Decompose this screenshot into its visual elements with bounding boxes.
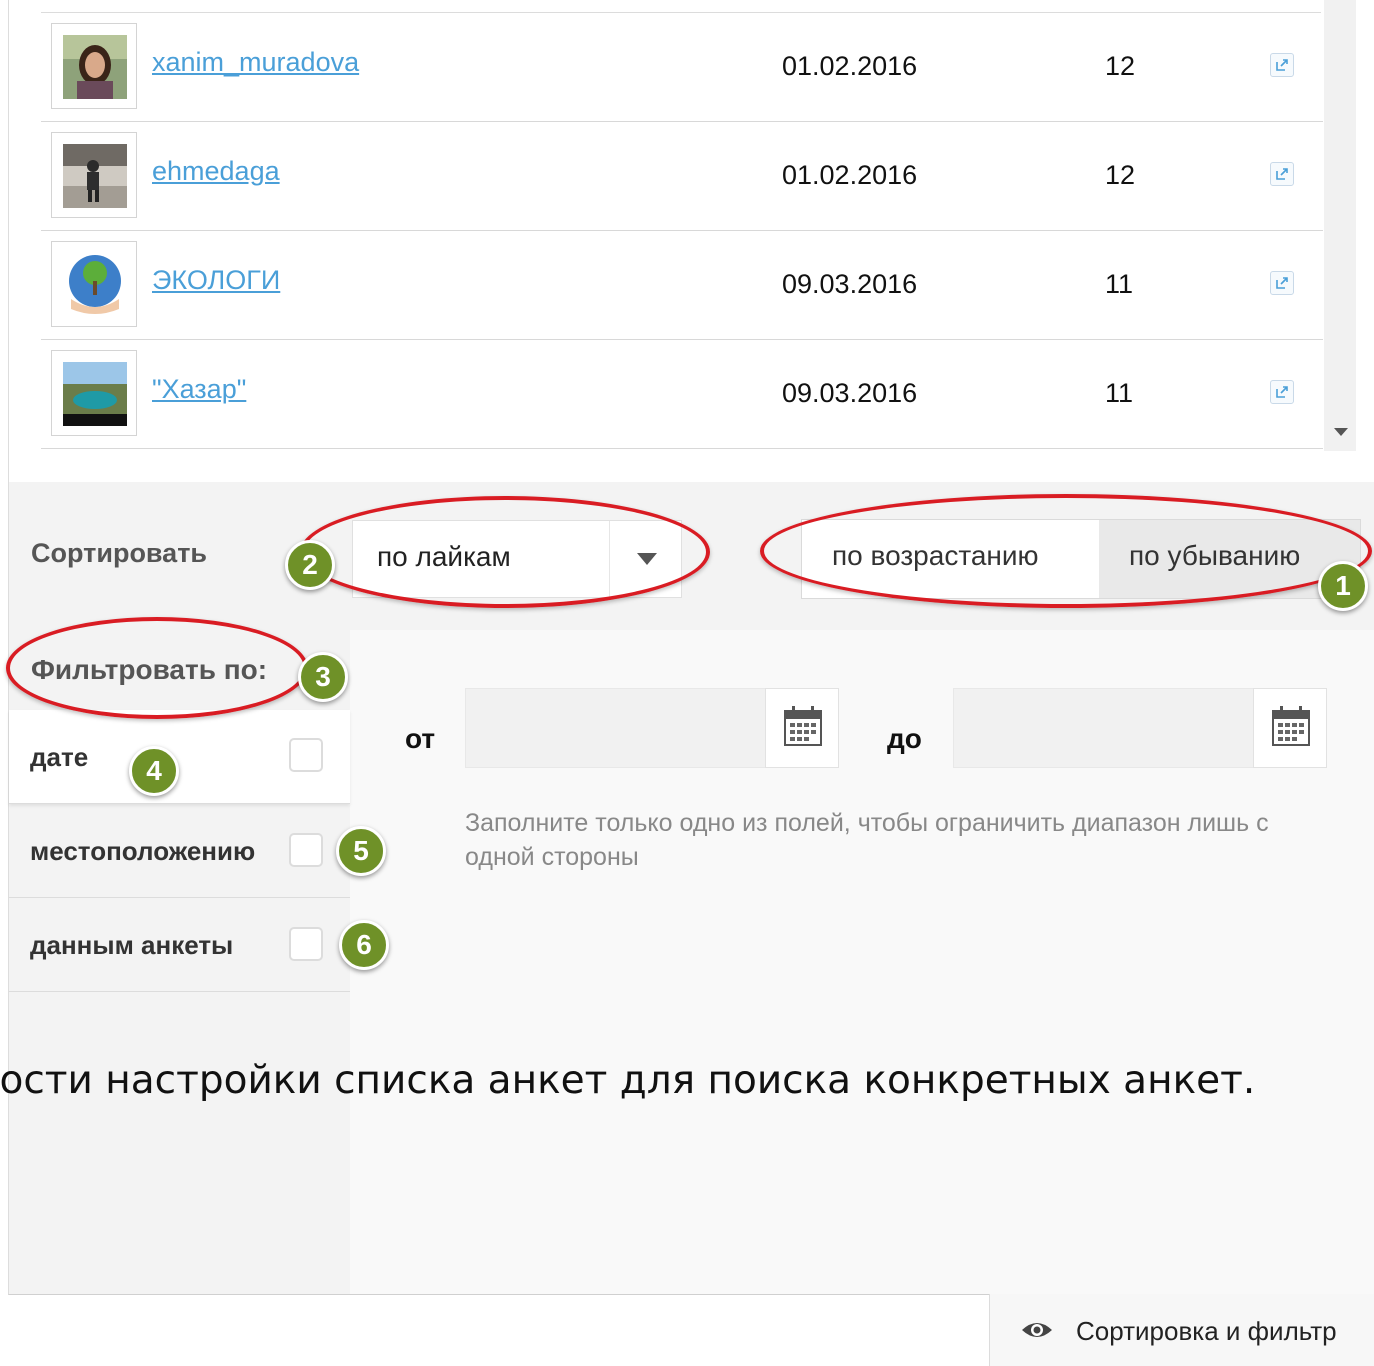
annotation-badge: 3 <box>298 652 348 702</box>
sort-label: Сортировать <box>31 538 208 568</box>
username-link[interactable]: "Хазар" <box>152 374 246 405</box>
filter-tab-label: дате <box>30 742 89 772</box>
annotation-badge: 2 <box>285 540 335 590</box>
avatar[interactable] <box>51 23 137 109</box>
avatar-photo <box>63 362 127 426</box>
annotation-ring <box>6 617 308 719</box>
filter-tab-location[interactable]: местоположению <box>9 804 350 898</box>
filter-tab-label: местоположению <box>30 836 256 866</box>
filter-tab-profile-data[interactable]: данным анкеты <box>9 898 350 992</box>
avatar[interactable] <box>51 241 137 327</box>
annotation-badge: 5 <box>336 826 386 876</box>
date-to-label: до <box>887 723 922 754</box>
table-scrollbar[interactable] <box>1324 0 1356 451</box>
filter-tab-label: данным анкеты <box>30 930 234 960</box>
calendar-icon[interactable] <box>1253 688 1327 768</box>
filter-location-checkbox[interactable] <box>289 833 323 867</box>
sort-filter-toggle-label: Сортировка и фильтр <box>1076 1316 1337 1346</box>
username-link[interactable]: ЭКОЛОГИ <box>152 265 280 296</box>
external-link-icon[interactable] <box>1270 380 1294 404</box>
table-row: xanim_muradova 01.02.2016 12 <box>41 13 1323 122</box>
date-to-input[interactable] <box>953 688 1255 768</box>
avatar[interactable] <box>51 132 137 218</box>
filter-date-checkbox[interactable] <box>289 738 323 772</box>
annotation-badge: 6 <box>339 920 389 970</box>
annotation-badge: 4 <box>129 746 179 796</box>
external-link-icon[interactable] <box>1270 53 1294 77</box>
sort-filter-toggle-button[interactable]: Сортировка и фильтр <box>989 1294 1374 1366</box>
scroll-down-arrow-icon[interactable] <box>1334 428 1348 436</box>
likes-count: 11 <box>1105 378 1134 408</box>
table-row: ehmedaga 01.02.2016 12 <box>41 122 1323 231</box>
filter-profile-checkbox[interactable] <box>289 927 323 961</box>
annotation-ring <box>760 494 1372 608</box>
table-row: ЭКОЛОГИ 09.03.2016 11 <box>41 231 1323 340</box>
filter-content: от до <box>350 630 1374 1294</box>
external-link-icon[interactable] <box>1270 162 1294 186</box>
date-cell: 01.02.2016 <box>782 160 918 190</box>
external-link-icon[interactable] <box>1270 271 1294 295</box>
eye-icon <box>1022 1323 1052 1337</box>
profiles-table: xanim_muradova 01.02.2016 12 ehmedaga 01… <box>8 0 1374 482</box>
date-from-label: от <box>405 723 436 754</box>
username-link[interactable]: xanim_muradova <box>152 47 359 78</box>
calendar-icon[interactable] <box>765 688 839 768</box>
caption-text: ности настройки списка анкет для поиска … <box>0 1058 1256 1103</box>
filter-tab-date[interactable]: дате <box>9 710 350 804</box>
annotation-ring <box>300 496 710 608</box>
date-cell: 01.02.2016 <box>782 51 918 81</box>
date-cell: 09.03.2016 <box>782 269 918 299</box>
avatar-photo <box>63 253 127 317</box>
avatar[interactable] <box>51 350 137 436</box>
annotation-badge: 1 <box>1318 561 1368 611</box>
likes-count: 12 <box>1105 160 1136 190</box>
likes-count: 12 <box>1105 51 1136 81</box>
likes-count: 11 <box>1105 269 1134 299</box>
date-from-input[interactable] <box>465 688 767 768</box>
table-row: "Хазар" 09.03.2016 11 <box>41 340 1323 449</box>
username-link[interactable]: ehmedaga <box>152 156 280 187</box>
avatar-photo <box>63 144 127 208</box>
date-cell: 09.03.2016 <box>782 378 918 408</box>
avatar-photo <box>63 35 127 99</box>
date-range-hint: Заполните только одно из полей, чтобы ог… <box>465 809 1269 871</box>
